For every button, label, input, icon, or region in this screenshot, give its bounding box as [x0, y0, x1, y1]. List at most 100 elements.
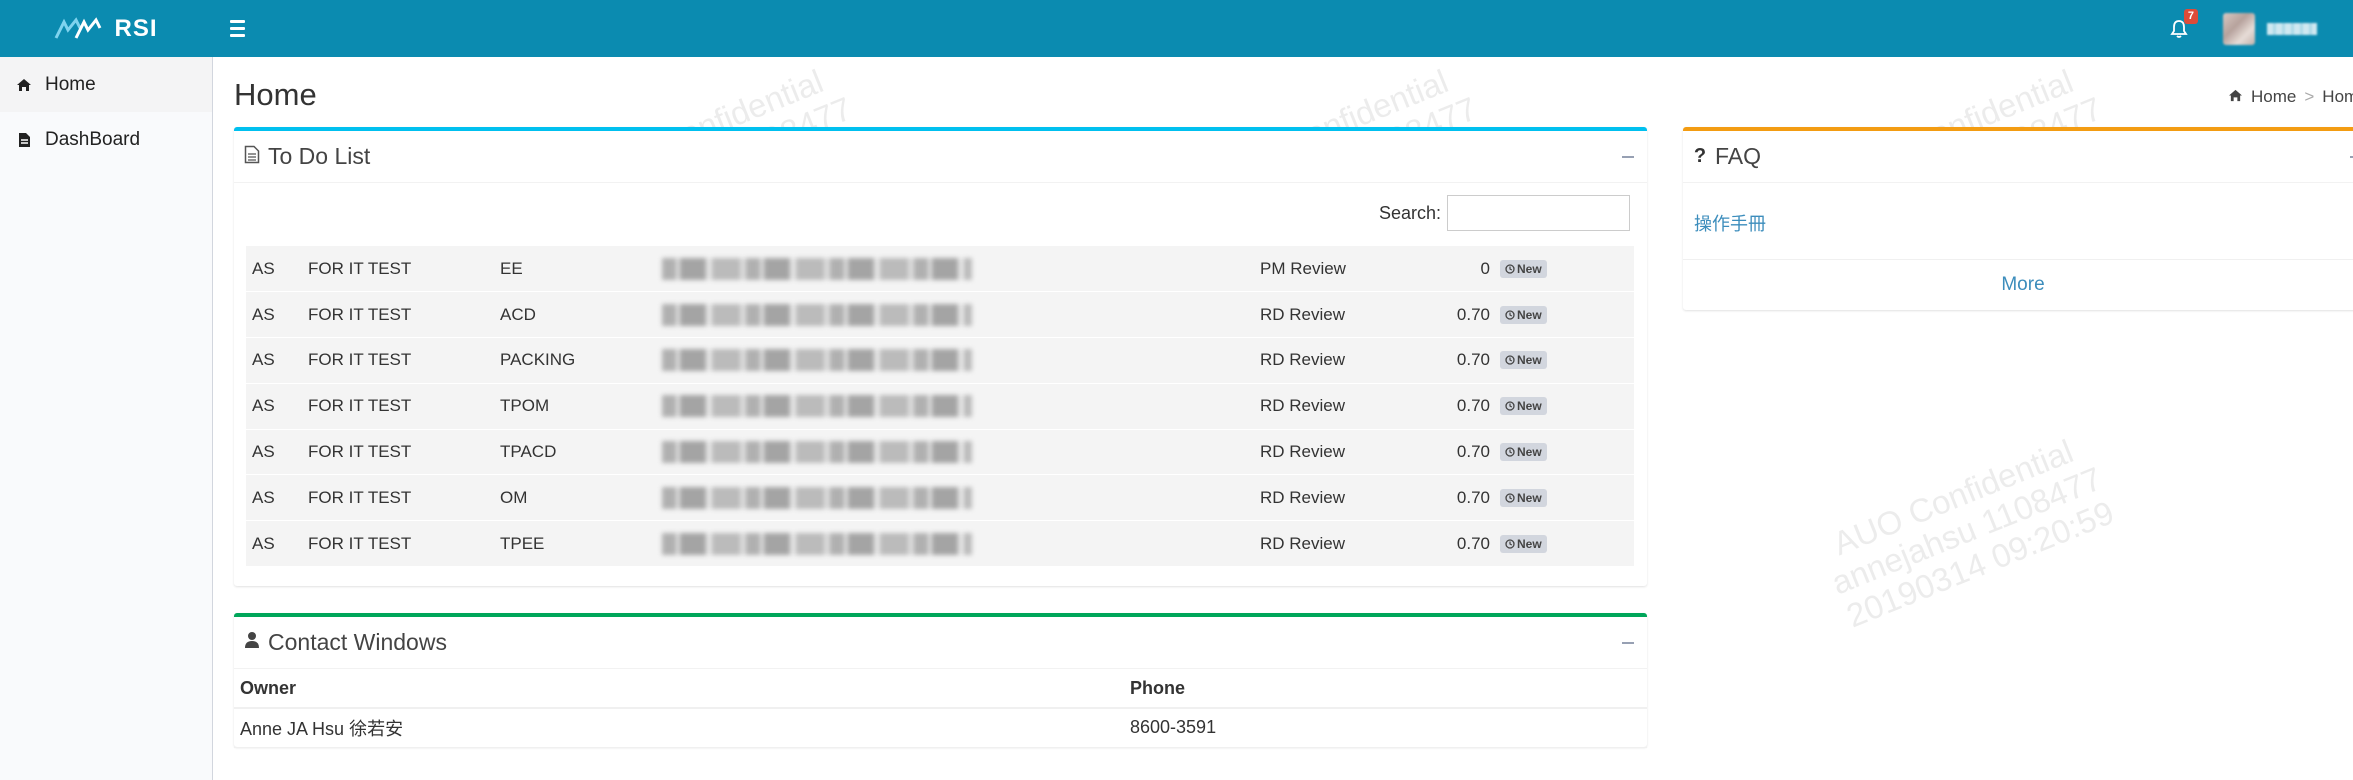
collapse-icon[interactable]	[1619, 148, 1637, 166]
new-badge[interactable]: New	[1500, 488, 1547, 507]
todo-cell-value: 0.70	[1425, 474, 1500, 522]
todo-cell-status: PM Review	[1260, 246, 1425, 293]
todo-cell-category: TPEE	[500, 520, 654, 568]
watermark: AUO Confidentialannejahsu 11084772019031…	[1826, 432, 2119, 635]
user-avatar[interactable]	[2223, 12, 2255, 45]
clock-icon	[1505, 355, 1515, 366]
todo-cell-redacted	[654, 291, 1260, 339]
todo-cell-value: 0.70	[1425, 383, 1500, 430]
sidebar-item-label: Home	[45, 73, 96, 95]
clock-icon	[1505, 310, 1515, 320]
new-badge-label: New	[1517, 307, 1542, 322]
new-badge[interactable]: New	[1500, 351, 1547, 370]
table-row[interactable]: AS FOR IT TEST TPACD RD Review 0.70 New	[246, 429, 1634, 476]
redacted-text	[662, 486, 972, 509]
new-badge-label: New	[1517, 399, 1542, 414]
sidebar-toggle-icon[interactable]	[230, 17, 254, 41]
todo-cell-redacted	[654, 520, 1260, 568]
todo-cell-badge: New	[1500, 383, 1634, 430]
collapse-icon[interactable]	[1619, 634, 1637, 652]
contact-windows-title: Contact Windows	[268, 629, 447, 655]
todo-cell-redacted	[654, 474, 1260, 522]
todo-cell-value: 0.70	[1425, 520, 1500, 568]
new-badge[interactable]: New	[1500, 305, 1547, 324]
todo-cell-badge: New	[1500, 429, 1634, 476]
todo-cell-project: FOR IT TEST	[308, 429, 500, 476]
faq-header: ? FAQ	[1683, 131, 2353, 183]
top-navbar: RSI 7	[0, 0, 2353, 57]
todo-list-panel: To Do List Search: AS FOR IT TEST EE PM Rev…	[234, 127, 1647, 586]
todo-cell-project: FOR IT TEST	[308, 474, 500, 522]
todo-cell-redacted	[654, 383, 1260, 430]
todo-cell-value: 0.70	[1425, 429, 1500, 476]
new-badge[interactable]: New	[1500, 397, 1547, 416]
todo-cell-redacted	[654, 337, 1260, 384]
clock-icon	[1505, 263, 1515, 274]
sidebar-item-dashboard[interactable]: DashBoard	[0, 112, 212, 167]
column-header-phone: Phone	[1124, 669, 1647, 709]
new-badge[interactable]: New	[1500, 259, 1547, 278]
contact-table: Owner Phone Anne JA Hsu 徐若安 8600-3591	[234, 669, 1647, 748]
todo-cell-category: OM	[500, 474, 654, 522]
faq-manual-link[interactable]: 操作手冊	[1683, 183, 2353, 260]
notifications-bell-icon[interactable]: 7	[2165, 8, 2198, 43]
todo-cell-project: FOR IT TEST	[308, 520, 500, 568]
todo-cell-value: 0	[1425, 246, 1500, 293]
table-row[interactable]: AS FOR IT TEST ACD RD Review 0.70 New	[246, 291, 1634, 339]
todo-cell-type: AS	[246, 337, 308, 384]
todo-cell-status: RD Review	[1260, 429, 1425, 476]
clock-icon	[1505, 401, 1515, 411]
file-text-icon	[244, 145, 260, 169]
sidebar-item-label: DashBoard	[45, 128, 141, 150]
todo-cell-category: ACD	[500, 291, 654, 339]
todo-cell-value: 0.70	[1425, 291, 1500, 339]
new-badge-label: New	[1517, 353, 1542, 368]
todo-cell-value: 0.70	[1425, 337, 1500, 384]
new-badge[interactable]: New	[1500, 534, 1547, 553]
todo-cell-category: PACKING	[500, 337, 654, 384]
todo-list-header: To Do List	[234, 131, 1647, 183]
collapse-icon[interactable]	[2347, 148, 2353, 166]
todo-list-title: To Do List	[268, 143, 371, 169]
search-input[interactable]	[1447, 195, 1630, 231]
breadcrumb-home-link[interactable]: Home	[2251, 87, 2296, 107]
todo-cell-redacted	[654, 246, 1260, 293]
faq-more-link[interactable]: More	[1683, 260, 2353, 296]
new-badge-label: New	[1517, 536, 1542, 551]
todo-cell-badge: New	[1500, 337, 1634, 384]
rsi-logo-icon	[55, 16, 102, 39]
breadcrumb: Home > Hom	[2228, 87, 2353, 107]
new-badge-label: New	[1517, 445, 1542, 460]
redacted-text	[662, 532, 972, 555]
page-title: Home	[234, 77, 317, 112]
column-header-owner: Owner	[234, 669, 1124, 709]
contact-header-row: Owner Phone	[234, 669, 1647, 709]
todo-cell-status: RD Review	[1260, 520, 1425, 568]
table-row[interactable]: AS FOR IT TEST EE PM Review 0 New	[246, 246, 1634, 293]
faq-title: FAQ	[1715, 143, 1762, 169]
table-row[interactable]: AS FOR IT TEST TPEE RD Review 0.70 New	[246, 520, 1634, 568]
todo-cell-category: EE	[500, 246, 654, 293]
table-row[interactable]: AS FOR IT TEST TPOM RD Review 0.70 New	[246, 383, 1634, 430]
todo-cell-project: FOR IT TEST	[308, 383, 500, 430]
sidebar-item-home[interactable]: Home	[0, 57, 212, 112]
app-logo[interactable]: RSI	[0, 0, 212, 57]
sidebar: Home DashBoard	[0, 57, 213, 780]
contact-owner: Anne JA Hsu 徐若安	[234, 708, 1124, 748]
todo-cell-status: RD Review	[1260, 291, 1425, 339]
new-badge[interactable]: New	[1500, 443, 1547, 462]
redacted-text	[662, 441, 972, 464]
table-row[interactable]: AS FOR IT TEST OM RD Review 0.70 New	[246, 474, 1634, 522]
table-row[interactable]: AS FOR IT TEST PACKING RD Review 0.70 New	[246, 337, 1634, 384]
todo-cell-badge: New	[1500, 520, 1634, 568]
todo-cell-status: RD Review	[1260, 474, 1425, 522]
redacted-text	[662, 303, 972, 326]
contact-windows-panel: Contact Windows Owner Phone Anne JA Hsu …	[234, 613, 1647, 748]
redacted-text	[662, 257, 972, 280]
todo-cell-badge: New	[1500, 474, 1634, 522]
clock-icon	[1505, 493, 1515, 503]
todo-search: Search:	[1379, 195, 1630, 231]
breadcrumb-separator: >	[2304, 87, 2315, 106]
todo-cell-project: FOR IT TEST	[308, 337, 500, 384]
user-name-redacted[interactable]	[2267, 22, 2317, 35]
